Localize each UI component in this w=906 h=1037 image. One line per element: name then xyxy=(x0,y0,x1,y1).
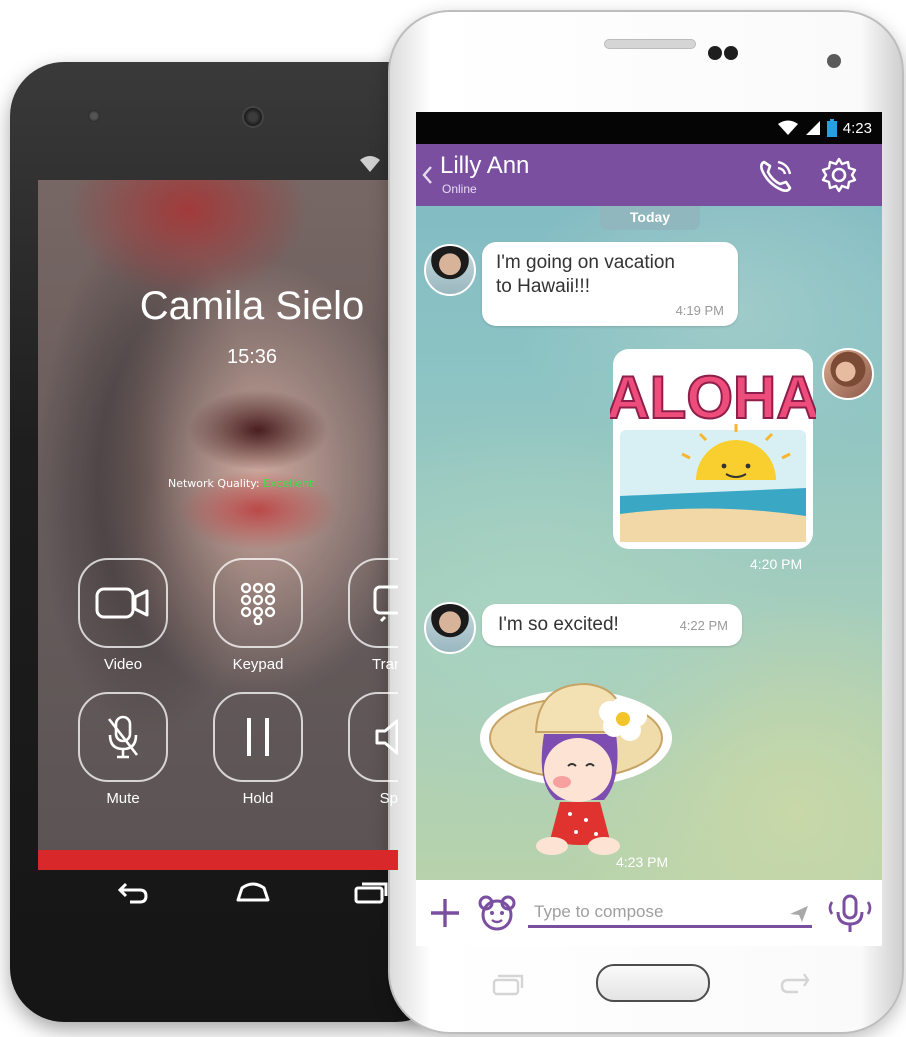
video-label: Video xyxy=(103,656,143,673)
home-button[interactable] xyxy=(596,964,710,1002)
message-time: 4:19 PM xyxy=(675,303,724,318)
chat-header: Lilly Ann Online xyxy=(416,144,882,206)
mute-button[interactable]: Mute xyxy=(78,692,168,807)
back-chevron-icon[interactable] xyxy=(420,164,434,186)
mute-mic-icon xyxy=(107,715,139,759)
status-time: 4:23 xyxy=(842,119,872,137)
avatar[interactable] xyxy=(424,602,476,654)
end-call-button[interactable] xyxy=(38,850,398,870)
avatar[interactable] xyxy=(424,244,476,296)
caller-name: Camila Sielo xyxy=(139,284,365,328)
network-quality-value: Excellent xyxy=(263,477,314,490)
status-bar: 4:23 xyxy=(416,112,882,144)
transfer-label: Transf xyxy=(372,656,398,673)
compose-bar xyxy=(416,880,882,946)
hold-button[interactable]: Hold xyxy=(213,692,303,807)
battery-icon xyxy=(826,119,837,137)
settings-gear-icon[interactable] xyxy=(820,156,858,194)
earpiece-speaker xyxy=(88,110,100,122)
nav-recent-icon[interactable] xyxy=(352,880,390,904)
message-time: 4:23 PM xyxy=(616,854,669,870)
wifi-icon xyxy=(777,120,798,135)
video-camera-icon xyxy=(95,587,149,619)
girl-sticker[interactable] xyxy=(476,654,676,860)
hold-label: Hold xyxy=(242,790,274,807)
earpiece-grille xyxy=(604,39,696,49)
message-time: 4:22 PM xyxy=(679,618,728,633)
transfer-icon xyxy=(373,585,398,623)
mute-label: Mute xyxy=(106,790,140,807)
keypad-label: Keypad xyxy=(232,656,284,673)
send-icon[interactable] xyxy=(788,904,810,924)
video-button[interactable]: Video xyxy=(78,558,168,673)
call-screen: Camila Sielo 15:36 Network Quality: Exce… xyxy=(38,180,398,870)
microphone-icon[interactable] xyxy=(826,892,874,936)
speaker-button[interactable]: Spe xyxy=(348,692,398,807)
contact-status: Online xyxy=(442,182,477,196)
back-phone: Camila Sielo 15:36 Network Quality: Exce… xyxy=(10,62,450,1022)
nav-back-icon[interactable] xyxy=(116,880,150,904)
message-text: I'm so excited! xyxy=(498,614,619,635)
nav-back-icon[interactable] xyxy=(776,970,812,996)
wifi-icon xyxy=(360,156,380,172)
nav-home-icon[interactable] xyxy=(234,880,272,904)
nav-recent-icon[interactable] xyxy=(490,972,526,998)
network-quality-label: Network Quality: xyxy=(168,477,260,490)
keypad-button[interactable]: Keypad xyxy=(213,558,303,673)
front-camera xyxy=(827,54,841,68)
aloha-sticker[interactable]: ALOHA xyxy=(610,346,816,552)
transfer-button[interactable]: Transf xyxy=(348,558,398,673)
svg-text:ALOHA: ALOHA xyxy=(610,364,816,431)
proximity-sensor xyxy=(708,46,722,60)
signal-icon xyxy=(805,121,820,135)
message-time: 4:20 PM xyxy=(750,556,803,572)
message-text: to Hawaii!!! xyxy=(496,276,590,297)
front-phone: 4:23 Lilly Ann Online Today I'm going on… xyxy=(388,10,904,1034)
message-text: I'm going on vacation xyxy=(496,252,675,273)
keypad-icon xyxy=(240,582,276,625)
speaker-icon xyxy=(375,719,398,755)
sticker-bear-icon[interactable] xyxy=(478,895,516,931)
phone-call-icon[interactable] xyxy=(756,156,796,194)
date-divider: Today xyxy=(600,206,700,230)
chat-screen: 4:23 Lilly Ann Online Today I'm going on… xyxy=(416,112,882,946)
message-bubble[interactable]: I'm going on vacation to Hawaii!!! 4:19 … xyxy=(482,242,738,326)
light-sensor xyxy=(724,46,738,60)
message-bubble[interactable]: I'm so excited! 4:22 PM xyxy=(482,604,742,646)
speaker-label: Spe xyxy=(379,790,398,807)
network-quality: Network Quality: Excellent xyxy=(168,477,313,490)
plus-icon[interactable] xyxy=(428,896,462,930)
call-duration: 15:36 xyxy=(226,346,278,368)
hold-pause-icon xyxy=(247,718,269,756)
compose-input[interactable] xyxy=(528,898,812,928)
contact-name[interactable]: Lilly Ann xyxy=(440,152,529,180)
front-camera xyxy=(242,106,264,128)
avatar[interactable] xyxy=(822,348,874,400)
